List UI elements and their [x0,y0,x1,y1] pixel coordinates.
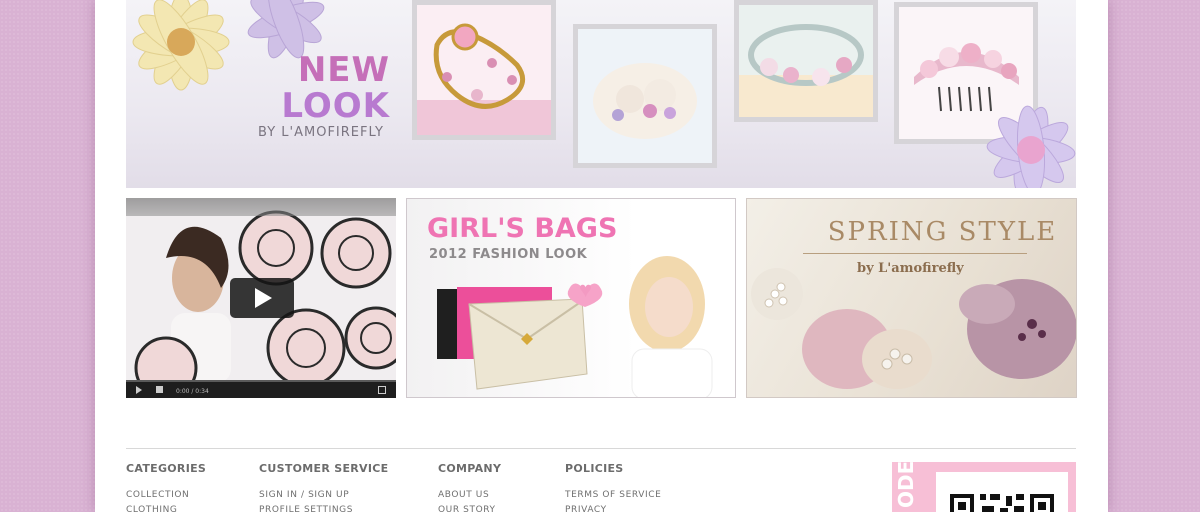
video-player[interactable]: 0:00 / 0:34 [126,198,396,398]
product-hair-flower-thumbnail[interactable] [573,24,717,168]
footer-link-clothing[interactable]: CLOTHING [126,503,206,512]
spring-divider [803,253,1027,254]
footer-heading-customer-service: CUSTOMER SERVICE [259,462,389,475]
bangle-image [739,5,873,117]
hero-title: NEW LOOK [281,52,390,124]
girls-bags-promo[interactable]: GIRL'S BAGS 2012 FASHION LOOK ♥ [406,198,736,398]
fullscreen-icon[interactable] [378,386,386,394]
spring-byline: by L'amofirefly [857,261,964,276]
hero-title-line1: NEW [297,50,390,90]
qr-label: ODE [894,460,918,508]
footer-link-sign-in[interactable]: SIGN IN / SIGN UP [259,488,388,503]
video-controls: 0:00 / 0:34 [126,382,396,398]
hero-title-line2: LOOK [281,86,390,126]
bags-subtitle: 2012 FASHION LOOK [429,247,588,262]
bracelet-image [417,5,551,135]
footer-link-collection[interactable]: COLLECTION [126,488,206,503]
footer-heading-policies: POLICIES [565,462,624,475]
footer-link-about-us[interactable]: ABOUT US [438,488,501,503]
volume-icon[interactable] [156,386,163,393]
small-play-icon[interactable] [136,386,142,394]
product-bracelet-thumbnail[interactable] [412,0,556,140]
qr-code-icon [950,494,1054,512]
footer-link-our-story[interactable]: OUR STORY [438,503,501,512]
footer-link-profile-settings[interactable]: PROFILE SETTINGS [259,503,388,512]
footer-col-policies: POLICIES TERMS OF SERVICE PRIVACY [565,462,661,512]
bags-title: GIRL'S BAGS [427,213,618,244]
footer-col-categories: CATEGORIES COLLECTION CLOTHING [126,462,206,512]
lilac-flower-decoration-bottom [986,105,1076,188]
footer-divider [126,448,1076,449]
spring-title: SPRING STYLE [827,217,1058,247]
page-container: NEW LOOK BY L'AMOFIREFLY 0:00 / 0:34 GIR… [95,0,1108,512]
footer-heading-categories: CATEGORIES [126,462,207,475]
video-title-bar [126,198,396,216]
play-button[interactable] [230,278,294,318]
footer-heading-company: COMPANY [438,462,502,475]
hero-banner[interactable]: NEW LOOK BY L'AMOFIREFLY [126,0,1076,188]
footer-link-terms[interactable]: TERMS OF SERVICE [565,488,661,503]
heart-icon: ♥ [579,277,593,302]
video-time: 0:00 / 0:34 [176,388,209,395]
spring-style-promo[interactable]: SPRING STYLE by L'amofirefly [746,198,1077,398]
footer-col-company: COMPANY ABOUT US OUR STORY [438,462,501,512]
product-bangle-thumbnail[interactable] [734,0,878,122]
play-icon [255,288,272,308]
footer-col-customer-service: CUSTOMER SERVICE SIGN IN / SIGN UP PROFI… [259,462,388,512]
qr-code-panel: ODE [892,460,1076,512]
hero-byline: BY L'AMOFIREFLY [258,125,384,140]
hair-flower-image [578,29,712,163]
qr-code-frame [936,472,1068,512]
footer-link-privacy[interactable]: PRIVACY [565,503,661,512]
